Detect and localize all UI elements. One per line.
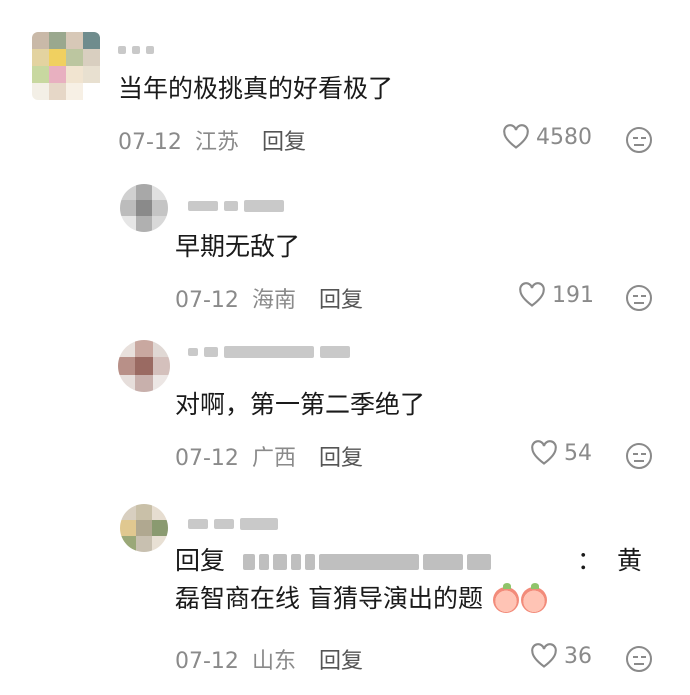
comment-date: 07-12 — [118, 130, 182, 155]
username[interactable] — [188, 514, 278, 534]
reply-prefix: 回复 — [175, 546, 226, 575]
comment-date: 07-12 — [175, 446, 239, 471]
like-count: 36 — [564, 643, 592, 669]
heart-outline-icon — [503, 124, 529, 149]
comment-location: 江苏 — [194, 130, 239, 155]
heart-outline-icon — [531, 440, 557, 465]
comment-2: 早期无敌了 07-12 海南 回复 191 — [0, 170, 690, 330]
like-button[interactable]: 36 — [530, 643, 592, 669]
comment-location: 山东 — [251, 649, 296, 674]
username[interactable] — [118, 40, 154, 60]
like-count: 191 — [552, 282, 594, 308]
smiley-icon[interactable] — [626, 443, 652, 469]
comment-date: 07-12 — [175, 649, 239, 674]
comment-date: 07-12 — [175, 288, 239, 313]
reply-button[interactable]: 回复 — [319, 288, 363, 313]
comment-3: 对啊，第一第二季绝了 07-12 广西 回复 54 — [0, 330, 690, 490]
like-button[interactable]: 191 — [518, 282, 594, 308]
reply-button[interactable]: 回复 — [262, 130, 306, 155]
like-count: 4580 — [536, 124, 592, 150]
comment-text: 当年的极挑真的好看极了 — [118, 74, 394, 103]
heart-outline-icon — [519, 282, 545, 307]
comment-text-line2: 磊智商在线 盲猜导演出的题 — [175, 580, 547, 618]
comment-1: 当年的极挑真的好看极了 07-12 江苏 回复 4580 — [0, 0, 690, 170]
comment-meta: 07-12 山东 回复 — [175, 643, 363, 675]
comment-meta: 07-12 广西 回复 — [175, 440, 363, 472]
reply-button[interactable]: 回复 — [319, 446, 363, 471]
comment-location: 广西 — [251, 446, 296, 471]
comment-text-line1: 回复 ： 黄 — [175, 542, 645, 581]
reply-separator: ： — [577, 546, 603, 575]
smiley-icon[interactable] — [626, 285, 652, 311]
avatar[interactable] — [120, 504, 168, 552]
like-button[interactable]: 4580 — [502, 124, 592, 150]
avatar[interactable] — [118, 340, 170, 392]
comment-meta: 07-12 海南 回复 — [175, 282, 363, 314]
smiley-icon[interactable] — [626, 646, 652, 672]
username[interactable] — [188, 196, 284, 216]
comment-text: 早期无敌了 — [175, 232, 301, 261]
comment-text: 对啊，第一第二季绝了 — [175, 390, 426, 419]
heart-outline-icon — [531, 643, 557, 668]
comment-location: 海南 — [251, 288, 296, 313]
comment-4: 回复 ： 黄 磊智商在线 盲猜导演出的题 07-12 山东 回复 36 — [0, 490, 690, 695]
avatar[interactable] — [32, 32, 100, 100]
comment-text: 磊智商在线 盲猜导演出的题 — [175, 584, 483, 613]
smiley-icon[interactable] — [626, 127, 652, 153]
peach-emoji-icon — [492, 583, 519, 613]
like-count: 54 — [564, 440, 592, 466]
like-button[interactable]: 54 — [530, 440, 592, 466]
comment-text-end: 黄 — [617, 546, 643, 575]
avatar[interactable] — [120, 184, 168, 232]
peach-emoji-icon — [520, 583, 547, 613]
reply-button[interactable]: 回复 — [319, 649, 363, 674]
reply-target-username[interactable] — [242, 543, 495, 581]
username[interactable] — [188, 342, 350, 362]
comment-meta: 07-12 江苏 回复 — [118, 124, 306, 156]
